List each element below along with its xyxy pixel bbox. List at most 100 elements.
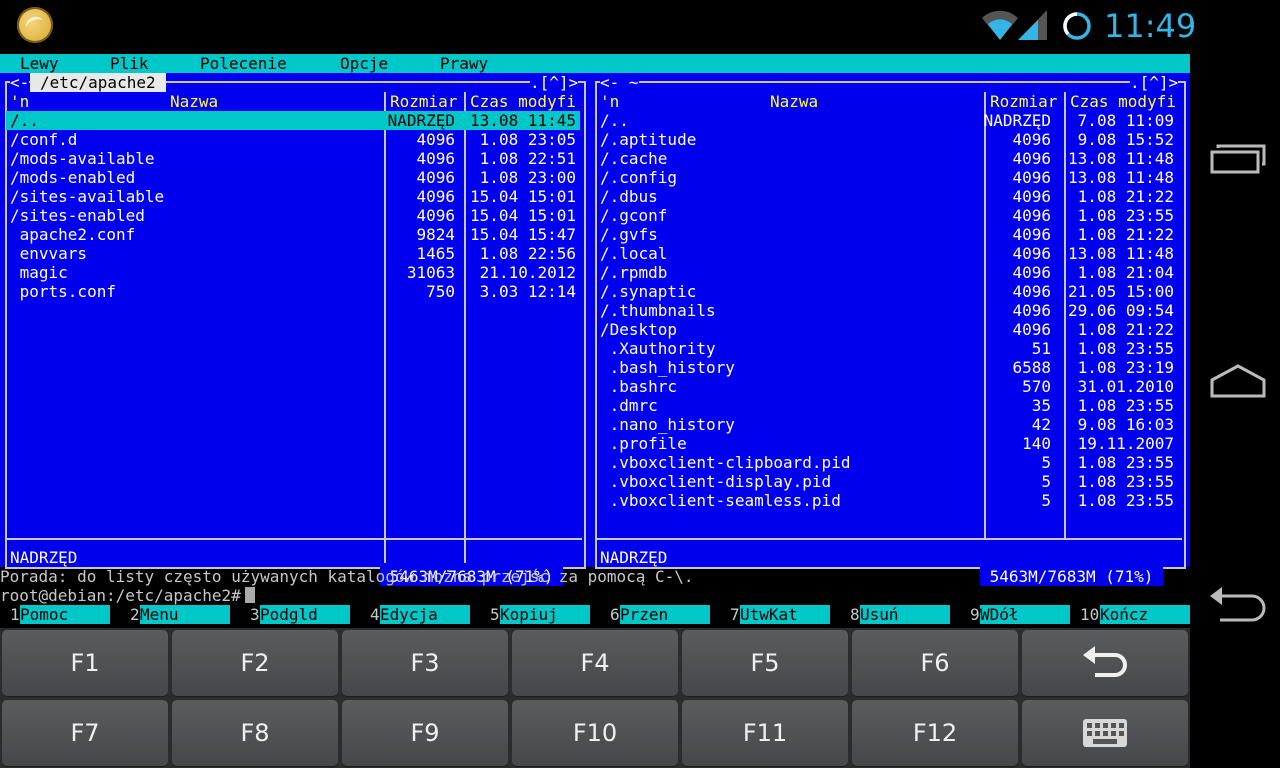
file-mtime: 13.08 11:45 xyxy=(470,111,576,130)
left-panel-history-button[interactable]: .[^]> xyxy=(530,73,579,92)
file-row[interactable]: .vboxclient-display.pid 5 1.08 23:55 xyxy=(596,472,1178,491)
file-row[interactable]: /sites-available 4096 15.04 15:01 xyxy=(6,187,580,206)
fkey-3[interactable]: 3 Podgld xyxy=(240,605,360,624)
menu-plik[interactable]: Plik xyxy=(110,54,149,73)
key-f4[interactable]: F4 xyxy=(512,630,678,696)
file-mtime: 1.08 21:04 xyxy=(1077,263,1174,282)
key-f6[interactable]: F6 xyxy=(852,630,1018,696)
fkey-9[interactable]: 9 WDół xyxy=(960,605,1080,624)
key-f10[interactable]: F10 xyxy=(512,700,678,766)
file-row[interactable]: /.aptitude 4096 9.08 15:52 xyxy=(596,130,1178,149)
file-row[interactable]: .vboxclient-clipboard.pid 5 1.08 23:55 xyxy=(596,453,1178,472)
back-button[interactable] xyxy=(1196,566,1280,650)
file-row[interactable]: /sites-enabled 4096 15.04 15:01 xyxy=(6,206,580,225)
file-mtime: 9.08 15:52 xyxy=(1077,130,1174,149)
col-size[interactable]: Rozmiar xyxy=(990,92,1058,111)
key-f1[interactable]: F1 xyxy=(2,630,168,696)
file-row[interactable]: envvars 1465 1.08 22:56 xyxy=(6,244,580,263)
fkey-number: 7 xyxy=(730,605,740,624)
fkey-10[interactable]: 10 Kończ xyxy=(1080,605,1200,624)
key-f8[interactable]: F8 xyxy=(172,700,338,766)
file-row[interactable]: /.cache 4096 13.08 11:48 xyxy=(596,149,1178,168)
fkey-5[interactable]: 5 Kopiuj xyxy=(480,605,600,624)
file-row[interactable]: apache2.conf 9824 15.04 15:47 xyxy=(6,225,580,244)
file-row[interactable]: .dmrc 35 1.08 23:55 xyxy=(596,396,1178,415)
key-f12[interactable]: F12 xyxy=(852,700,1018,766)
fkey-8[interactable]: 8 Usuń xyxy=(840,605,960,624)
key-undo[interactable] xyxy=(1022,630,1188,696)
col-name[interactable]: Nazwa xyxy=(170,92,219,111)
menu-polecenie[interactable]: Polecenie xyxy=(200,54,287,73)
right-panel-history-button[interactable]: .[^]> xyxy=(1130,73,1179,92)
file-mtime: 29.06 09:54 xyxy=(1068,301,1174,320)
file-row[interactable]: ports.conf 750 3.03 12:14 xyxy=(6,282,580,301)
col-size[interactable]: Rozmiar xyxy=(390,92,458,111)
home-button[interactable] xyxy=(1196,342,1280,426)
fkey-4[interactable]: 4 Edycja xyxy=(360,605,480,624)
key-f7[interactable]: F7 xyxy=(2,700,168,766)
key-f2[interactable]: F2 xyxy=(172,630,338,696)
right-panel-path[interactable]: <- ~ xyxy=(600,73,639,92)
fkey-number: 8 xyxy=(850,605,860,624)
file-row[interactable]: /Desktop 4096 1.08 21:22 xyxy=(596,320,1178,339)
fkey-2[interactable]: 2 Menu xyxy=(120,605,240,624)
file-name: /sites-available xyxy=(10,187,165,206)
file-row[interactable]: /.gconf 4096 1.08 23:55 xyxy=(596,206,1178,225)
file-row[interactable]: .profile 140 19.11.2007 xyxy=(596,434,1178,453)
file-row[interactable]: .vboxclient-seamless.pid 5 1.08 23:55 xyxy=(596,491,1178,510)
file-row[interactable]: .bash_history 6588 1.08 23:19 xyxy=(596,358,1178,377)
col-marker[interactable]: 'n xyxy=(600,92,620,111)
fkey-number: 10 xyxy=(1080,605,1100,624)
file-row[interactable]: .bashrc 570 31.01.2010 xyxy=(596,377,1178,396)
command-prompt[interactable]: root@debian:/etc/apache2# xyxy=(0,586,255,605)
col-marker[interactable]: 'n xyxy=(10,92,30,111)
file-row[interactable]: magic 31063 21.10.2012 xyxy=(6,263,580,282)
file-name: .vboxclient-display.pid xyxy=(600,472,832,491)
col-time[interactable]: Czas modyfi xyxy=(1070,92,1176,111)
file-row[interactable]: /.synaptic 4096 21.05 15:00 xyxy=(596,282,1178,301)
col-name[interactable]: Nazwa xyxy=(770,92,819,111)
col-time[interactable]: Czas modyfi xyxy=(470,92,576,111)
file-mtime: 1.08 23:05 xyxy=(479,130,576,149)
file-row[interactable]: /.. NADRZĘD 13.08 11:45 xyxy=(6,111,580,130)
key-keyboard[interactable] xyxy=(1022,700,1188,766)
file-mtime: 13.08 11:48 xyxy=(1068,168,1174,187)
key-f5[interactable]: F5 xyxy=(682,630,848,696)
file-row[interactable]: /.dbus 4096 1.08 21:22 xyxy=(596,187,1178,206)
file-mtime: 1.08 23:55 xyxy=(1077,206,1174,225)
file-row[interactable]: .Xauthority 51 1.08 23:55 xyxy=(596,339,1178,358)
menu-opcje[interactable]: Opcje xyxy=(340,54,388,73)
file-row[interactable]: .nano_history 42 9.08 16:03 xyxy=(596,415,1178,434)
file-row[interactable]: /.local 4096 13.08 11:48 xyxy=(596,244,1178,263)
file-row[interactable]: /mods-available 4096 1.08 22:51 xyxy=(6,149,580,168)
file-row[interactable]: /.config 4096 13.08 11:48 xyxy=(596,168,1178,187)
file-row[interactable]: /mods-enabled 4096 1.08 23:00 xyxy=(6,168,580,187)
menu-lewy[interactable]: Lewy xyxy=(20,54,59,73)
file-name: ports.conf xyxy=(10,282,116,301)
file-size: 51 xyxy=(1031,339,1051,358)
file-size: 5 xyxy=(1041,472,1051,491)
prompt-text: root@debian:/etc/apache2# xyxy=(0,586,241,605)
key-f9[interactable]: F9 xyxy=(342,700,508,766)
file-size: 6588 xyxy=(1012,358,1051,377)
key-f11[interactable]: F11 xyxy=(682,700,848,766)
left-panel[interactable]: <- /etc/apache2 .[^]> 'n Nazwa Rozmiar C… xyxy=(0,73,590,586)
file-row[interactable]: /.. NADRZĘD 7.08 11:09 xyxy=(596,111,1178,130)
file-row[interactable]: /.thumbnails 4096 29.06 09:54 xyxy=(596,301,1178,320)
file-row[interactable]: /.rpmdb 4096 1.08 21:04 xyxy=(596,263,1178,282)
key-f3[interactable]: F3 xyxy=(342,630,508,696)
recent-apps-button[interactable] xyxy=(1196,118,1280,202)
text-cursor xyxy=(244,587,255,603)
fkey-6[interactable]: 6 Przen xyxy=(600,605,720,624)
fkey-1[interactable]: 1 Pomoc xyxy=(0,605,120,624)
terminal-screen[interactable]: Lewy Plik Polecenie Opcje Prawy <- /etc/… xyxy=(0,52,1190,628)
fkey-7[interactable]: 7 UtwKat xyxy=(720,605,840,624)
left-panel-corner[interactable]: <- xyxy=(10,73,30,92)
file-mtime: 15.04 15:01 xyxy=(470,206,576,225)
undo-arrow-icon xyxy=(1083,646,1127,677)
right-panel[interactable]: <- ~ .[^]> 'n Nazwa Rozmiar Czas modyfi … xyxy=(590,73,1190,586)
file-row[interactable]: /conf.d 4096 1.08 23:05 xyxy=(6,130,580,149)
menu-prawy[interactable]: Prawy xyxy=(440,54,488,73)
file-row[interactable]: /.gvfs 4096 1.08 21:22 xyxy=(596,225,1178,244)
fkey-label: Kończ xyxy=(1100,605,1190,624)
